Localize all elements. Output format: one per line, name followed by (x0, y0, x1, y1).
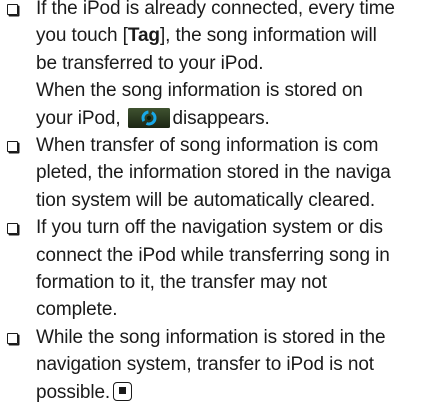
note-line: If you turn off the navigation system or… (36, 217, 383, 239)
tag-button-label: Tag (127, 25, 160, 47)
note-line: When the song information is stored on (36, 80, 363, 102)
note-text: disappears. (172, 107, 270, 129)
note-line: While the song information is stored in … (36, 326, 386, 348)
ipod-transfer-icon (127, 107, 170, 128)
note-line: connect the iPod while transferring song… (36, 244, 390, 266)
note-text: possible. (36, 381, 111, 403)
note-text: your iPod, (36, 107, 121, 129)
note-line: you touch [Tag], the song information wi… (36, 22, 431, 49)
note-line: If the iPod is already connected, every … (36, 0, 395, 19)
note-line: complete. (36, 299, 118, 321)
note-line: be transferred to your iPod. (36, 52, 264, 74)
end-of-section-icon (113, 381, 133, 401)
note-item: When transfer of song information is com… (0, 132, 431, 214)
note-item: If the iPod is already connected, every … (0, 0, 431, 132)
note-line: your iPod, disappears. (36, 105, 431, 132)
checkbox-bullet-icon (7, 141, 18, 153)
note-line: possible. (36, 379, 431, 406)
note-line: When transfer of song information is com (36, 135, 379, 157)
note-text: you touch [ (36, 25, 128, 47)
note-item: While the song information is stored in … (0, 324, 431, 406)
note-text: ], the song information will (159, 25, 377, 47)
checkbox-bullet-icon (7, 332, 18, 344)
checkbox-bullet-icon (7, 4, 18, 15)
checkbox-bullet-icon (7, 223, 18, 235)
note-line: tion system will be automatically cleare… (36, 189, 375, 211)
note-line: navigation system, transfer to iPod is n… (36, 354, 374, 376)
document-page: If the iPod is already connected, every … (0, 0, 431, 406)
note-item: If you turn off the navigation system or… (0, 214, 431, 324)
note-line: formation to it, the transfer may not (36, 272, 327, 294)
note-line: pleted, the information stored in the na… (36, 162, 391, 184)
